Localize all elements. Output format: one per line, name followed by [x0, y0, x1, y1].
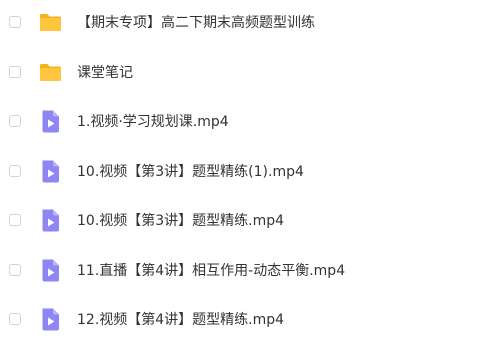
file-row[interactable]: 课堂笔记 — [0, 55, 480, 91]
video-file-icon — [39, 259, 62, 282]
row-checkbox[interactable] — [9, 164, 21, 177]
file-name[interactable]: 课堂笔记 — [77, 55, 133, 91]
file-row[interactable]: 12.视频【第4讲】题型精练.mp4 — [0, 302, 480, 338]
row-checkbox[interactable] — [9, 115, 21, 127]
file-name[interactable]: 11.直播【第4讲】相互作用-动态平衡.mp4 — [77, 253, 345, 289]
file-name[interactable]: 10.视频【第3讲】题型精练(1).mp4 — [77, 154, 304, 190]
folder-icon — [39, 61, 62, 84]
video-file-icon — [39, 308, 62, 331]
video-file-icon — [39, 209, 62, 232]
file-row[interactable]: 1.视频·学习规划课.mp4 — [0, 104, 480, 140]
row-checkbox[interactable] — [9, 214, 21, 226]
file-name[interactable]: 12.视频【第4讲】题型精练.mp4 — [77, 302, 284, 338]
file-row[interactable]: 10.视频【第3讲】题型精练.mp4 — [0, 203, 480, 239]
row-checkbox[interactable] — [9, 263, 21, 276]
video-file-icon — [39, 110, 62, 133]
row-checkbox[interactable] — [9, 313, 21, 325]
file-row[interactable]: 10.视频【第3讲】题型精练(1).mp4 — [0, 154, 480, 190]
file-name[interactable]: 10.视频【第3讲】题型精练.mp4 — [77, 203, 284, 239]
row-checkbox[interactable] — [9, 16, 21, 28]
file-name[interactable]: 【期末专项】高二下期末高频题型训练 — [77, 5, 315, 41]
file-name[interactable]: 1.视频·学习规划课.mp4 — [77, 104, 229, 140]
video-file-icon — [39, 160, 62, 183]
file-row[interactable]: 【期末专项】高二下期末高频题型训练 — [0, 5, 480, 41]
file-row[interactable]: 11.直播【第4讲】相互作用-动态平衡.mp4 — [0, 253, 480, 289]
row-checkbox[interactable] — [9, 65, 21, 78]
folder-icon — [39, 11, 62, 34]
